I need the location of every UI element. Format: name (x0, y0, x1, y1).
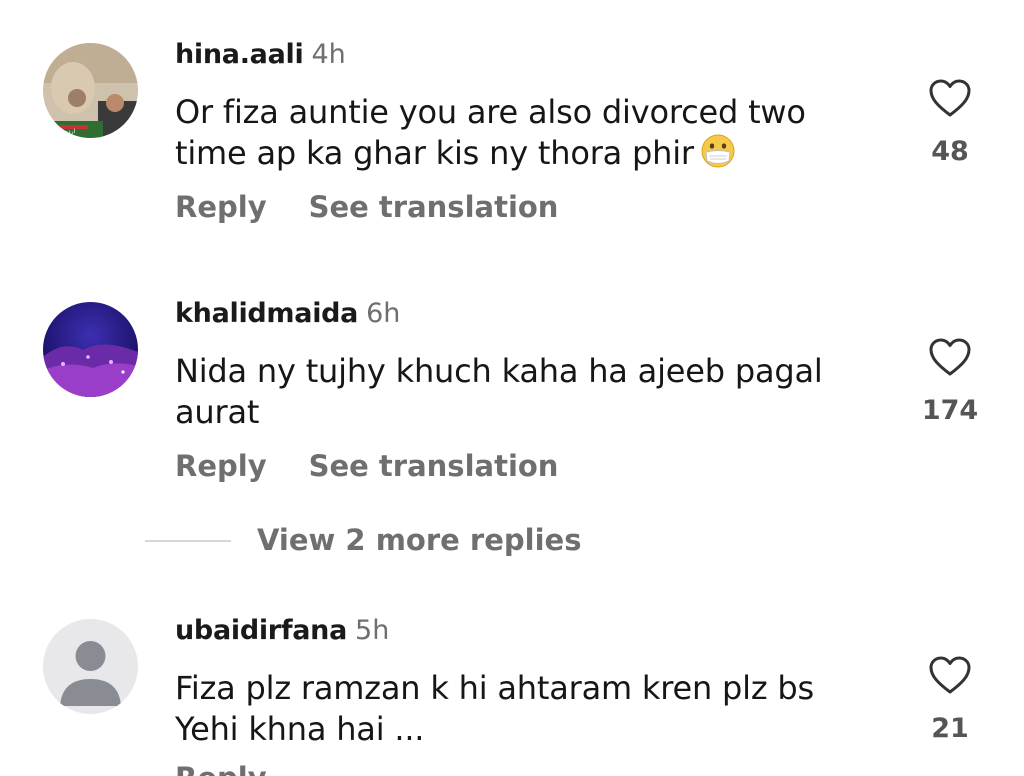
comment-actions: Reply See translation (175, 448, 558, 484)
comment-meta: ubaidirfana 5h (175, 614, 389, 651)
like-count: 21 (931, 713, 969, 744)
reply-button[interactable]: Reply (175, 760, 267, 776)
avatar[interactable] (43, 302, 138, 397)
timestamp: 5h (355, 615, 390, 646)
comment-meta: hina.aali 4h (175, 38, 346, 75)
see-translation-button[interactable]: See translation (309, 449, 559, 483)
like-count: 174 (921, 395, 979, 426)
comment-meta: khalidmaida 6h (175, 297, 400, 334)
avatar[interactable] (43, 619, 138, 714)
heart-icon[interactable] (928, 655, 972, 695)
reply-button[interactable]: Reply (175, 190, 267, 224)
username[interactable]: ubaidirfana (175, 615, 347, 646)
view-more-replies-label[interactable]: View 2 more replies (257, 522, 581, 558)
thread-divider (145, 540, 231, 542)
avatar-photo: اردو (43, 43, 138, 138)
comments-screen: اردو hina.aali 4h Or fiza auntie you are … (0, 0, 1024, 776)
svg-text:اردو: اردو (64, 128, 75, 135)
timestamp: 4h (311, 39, 346, 70)
avatar[interactable]: اردو (43, 43, 138, 138)
like-control: 48 (920, 78, 980, 167)
see-translation-button[interactable]: See translation (309, 190, 559, 224)
username[interactable]: khalidmaida (175, 298, 358, 329)
comment-text: Fiza plz ramzan k hi ahtaram kren plz bs… (175, 668, 875, 750)
like-control: 174 (920, 337, 980, 426)
comment-text: Or fiza auntie you are also divorced two… (175, 92, 875, 174)
default-avatar-icon (43, 619, 138, 714)
timestamp: 6h (366, 298, 401, 329)
comment-text: Nida ny tujhy khuch kaha ha ajeeb pagal … (175, 351, 875, 433)
comment-body: Fiza plz ramzan k hi ahtaram kren plz bs… (175, 669, 815, 748)
mask-face-icon (701, 134, 735, 168)
heart-icon[interactable] (928, 78, 972, 118)
like-count: 48 (931, 136, 969, 167)
like-control: 21 (920, 655, 980, 744)
comment-actions: Reply See translation (175, 189, 558, 225)
comment-body: Nida ny tujhy khuch kaha ha ajeeb pagal … (175, 352, 823, 431)
reply-button[interactable]: Reply (175, 449, 267, 483)
avatar-photo (43, 302, 138, 397)
heart-icon[interactable] (928, 337, 972, 377)
username[interactable]: hina.aali (175, 39, 304, 70)
